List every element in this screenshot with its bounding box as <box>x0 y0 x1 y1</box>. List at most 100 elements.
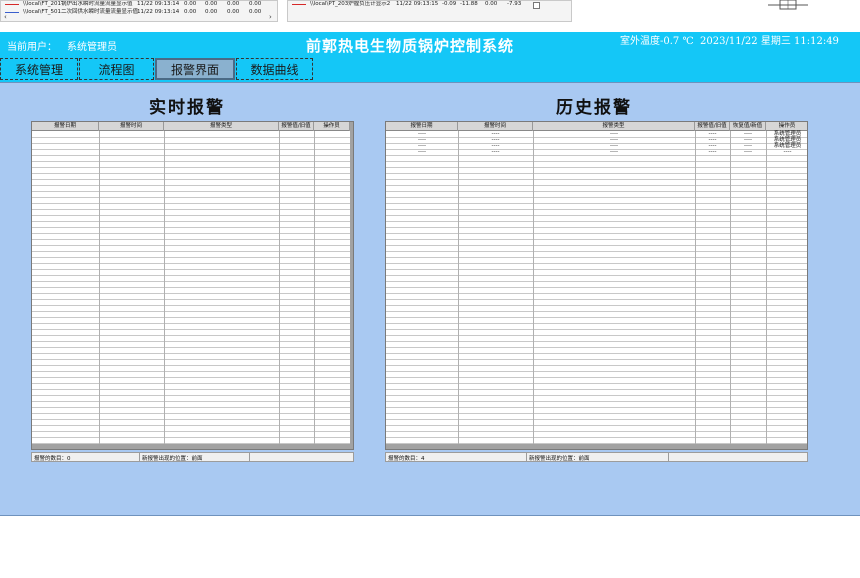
tab-alarm[interactable]: 报警界面 <box>155 58 235 80</box>
grid-row-line <box>386 311 807 312</box>
column-header[interactable]: 报警值/旧值 <box>279 122 314 131</box>
grid-row-line <box>32 275 350 276</box>
grid-row-line <box>32 191 350 192</box>
grid-row-line <box>32 143 350 144</box>
table-cell[interactable]: ---- <box>458 149 533 155</box>
grid-row-line <box>32 221 350 222</box>
grid-row-line <box>386 269 807 270</box>
grid-row-line <box>32 173 350 174</box>
grid-row-line <box>32 281 350 282</box>
trend-value: 0.00 <box>249 9 262 15</box>
realtime-alarm-title: 实时报警 <box>149 98 225 118</box>
column-header[interactable]: 操作员 <box>766 122 807 131</box>
column-header[interactable]: 报警值/旧值 <box>695 122 730 131</box>
trend-legend-right[interactable]: \\local\PT_203炉膛负压计显示2 11/22 09:13:15 -0… <box>287 0 572 22</box>
grid-row-line <box>32 155 350 156</box>
grid-row-line <box>386 191 807 192</box>
grid-row-line <box>386 197 807 198</box>
realtime-status-bar: 报警的数目：0 新报警出现的位置：前面 <box>31 452 354 462</box>
history-grid-header: 报警日期 报警时间 报警类型 报警值/旧值 恢复值/新值 操作员 <box>386 122 807 131</box>
column-header[interactable]: 恢复值/新值 <box>730 122 766 131</box>
grid-row-line <box>386 323 807 324</box>
grid-row-line <box>32 287 350 288</box>
trend-checkbox[interactable] <box>533 2 540 9</box>
grid-row-line <box>386 167 807 168</box>
grid-row-line <box>386 185 807 186</box>
trend-row[interactable]: \\local\FT_201锅炉出水瞬时流量流量显示值 11/22 09:13:… <box>1 1 277 8</box>
grid-row-line <box>386 419 807 420</box>
grid-column-line <box>279 131 280 444</box>
trend-color-line <box>5 12 19 13</box>
new-alarm-position: 新报警出现的位置：前面 <box>529 456 590 462</box>
grid-row-line <box>32 341 350 342</box>
grid-row-line <box>32 305 350 306</box>
grid-row-line <box>32 371 350 372</box>
grid-row-line <box>32 197 350 198</box>
column-header[interactable]: 报警类型 <box>533 122 695 131</box>
grid-row-line <box>32 233 350 234</box>
column-header[interactable]: 报警时间 <box>99 122 164 131</box>
grid-row-line <box>32 227 350 228</box>
grid-row-line <box>32 353 350 354</box>
grid-column-line <box>99 131 100 444</box>
tab-flowchart[interactable]: 流程图 <box>79 58 154 80</box>
grid-row-line <box>386 395 807 396</box>
table-cell[interactable]: ---- <box>730 149 766 155</box>
current-user-value: 系统管理员 <box>67 42 117 53</box>
table-cell[interactable]: ---- <box>695 149 730 155</box>
grid-column-line <box>695 131 696 444</box>
header-bar: 当前用户： 系统管理员 前郭热电生物质锅炉控制系统 室外温度-0.7 ℃ 2023… <box>0 32 860 56</box>
tab-label: 报警界面 <box>170 62 219 77</box>
datetime: 2023/11/22 星期三 11:12:49 <box>700 36 839 47</box>
current-user-label: 当前用户： <box>7 42 57 53</box>
realtime-alarm-grid[interactable]: 报警日期 报警时间 报警类型 报警值/旧值 操作员 <box>31 121 354 450</box>
grid-row-line <box>386 179 807 180</box>
column-header[interactable]: 操作员 <box>314 122 350 131</box>
history-grid-body: ---- ---- ---- ---- ---- 系统管理员 ---- ---- ---- ---… <box>386 131 807 444</box>
trend-legend-left[interactable]: \\local\FT_201锅炉出水瞬时流量流量显示值 11/22 09:13:… <box>0 0 278 22</box>
grid-row-line <box>386 431 807 432</box>
grid-column-line <box>164 131 165 444</box>
tab-data-curve[interactable]: 数据曲线 <box>236 58 313 80</box>
trend-time: 11/22 09:13:15 <box>396 1 439 7</box>
grid-row-line <box>386 215 807 216</box>
grid-row-line <box>386 227 807 228</box>
grid-row-line <box>386 257 807 258</box>
grid-row-line <box>386 317 807 318</box>
outdoor-temperature: 室外温度-0.7 ℃ <box>620 36 694 47</box>
grid-row-line <box>32 269 350 270</box>
column-header[interactable]: 报警时间 <box>458 122 533 131</box>
grid-row-line <box>32 149 350 150</box>
grid-row-line <box>32 347 350 348</box>
tab-system-management[interactable]: 系统管理 <box>0 58 78 80</box>
table-cell[interactable]: ---- <box>766 149 807 155</box>
grid-row-line <box>386 305 807 306</box>
column-header[interactable]: 报警日期 <box>32 122 99 131</box>
column-header[interactable]: 报警日期 <box>386 122 458 131</box>
trend-row[interactable]: \\local\FT_501二次回供水瞬时流量流量显示值 11/22 09:13… <box>1 9 277 16</box>
grid-row-line <box>386 281 807 282</box>
horizontal-scrollbar[interactable] <box>386 444 807 449</box>
table-cell[interactable]: ---- <box>533 149 695 155</box>
column-header[interactable]: 报警类型 <box>164 122 279 131</box>
trend-row[interactable]: \\local\PT_203炉膛负压计显示2 11/22 09:13:15 -0… <box>288 1 571 8</box>
grid-row-line <box>386 173 807 174</box>
scroll-left-icon[interactable]: ‹ <box>4 13 7 21</box>
grid-row-line <box>32 215 350 216</box>
grid-row-line <box>386 437 807 438</box>
grid-row-line <box>32 413 350 414</box>
scroll-right-icon[interactable]: › <box>269 13 272 21</box>
grid-row-line <box>32 263 350 264</box>
realtime-grid-header: 报警日期 报警时间 报警类型 报警值/旧值 操作员 <box>32 122 350 131</box>
grid-row-line <box>32 335 350 336</box>
grid-row-line <box>386 353 807 354</box>
trend-value: -0.09 <box>442 1 457 7</box>
grid-row-line <box>386 209 807 210</box>
grid-row-line <box>386 389 807 390</box>
horizontal-scrollbar[interactable] <box>32 444 353 449</box>
vertical-scrollbar[interactable] <box>350 122 353 449</box>
tab-bar: 系统管理 流程图 报警界面 数据曲线 <box>0 56 860 82</box>
tab-label: 数据曲线 <box>250 62 299 77</box>
history-alarm-grid[interactable]: 报警日期 报警时间 报警类型 报警值/旧值 恢复值/新值 操作员 ---- ---… <box>385 121 808 450</box>
table-cell[interactable]: ---- <box>386 149 458 155</box>
